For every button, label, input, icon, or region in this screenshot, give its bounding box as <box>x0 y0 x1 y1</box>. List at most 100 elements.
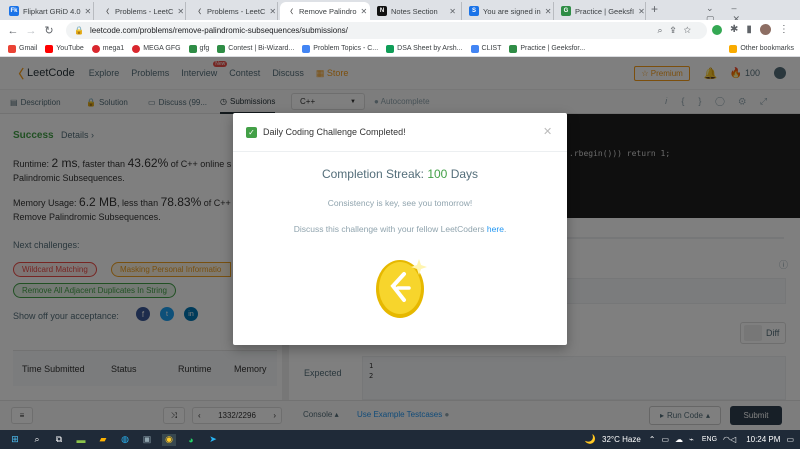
browser-tab[interactable]: 〈 Problems - LeetC ✕ <box>96 2 186 20</box>
language-indicator[interactable]: ENG <box>702 436 717 443</box>
browser-tab[interactable]: S You are signed in ✕ <box>464 2 554 20</box>
tab-title: Problems - LeetC <box>207 6 266 16</box>
bookmark[interactable]: CLIST <box>470 44 502 53</box>
store-app-icon[interactable]: ▣ <box>140 434 154 446</box>
extension-area: ✱ ▮ ⋮ <box>712 24 789 35</box>
windows-taskbar: ⊞ ⌕ ⧉ ▬ ▰ ◍ ▣ ◉ ◕ ➤ 🌙 32°C Haze ⌃▭☁⌁ ENG… <box>0 430 800 449</box>
bookmark-label: Problem Topics - C... <box>313 45 379 52</box>
close-tab-icon[interactable]: ✕ <box>638 7 645 16</box>
consistency-message: Consistency is key, see you tomorrow! <box>327 198 473 208</box>
bookmark[interactable]: Gmail <box>8 44 38 53</box>
extension-icon[interactable] <box>712 24 722 35</box>
mega-icon <box>91 44 100 53</box>
sheets-icon <box>386 44 395 53</box>
notification-icon[interactable]: ▭ <box>786 435 794 444</box>
close-tab-icon[interactable]: ✕ <box>449 7 456 16</box>
bookmark[interactable]: DSA Sheet by Arsh... <box>386 44 463 53</box>
youtube-icon <box>45 44 54 53</box>
gfg-icon <box>509 44 518 53</box>
bookmark[interactable]: Contest | Bi-Wizard... <box>217 44 294 53</box>
notes-icon: N <box>377 6 387 16</box>
forward-icon[interactable]: → <box>22 25 40 37</box>
puzzle-icon[interactable]: ✱ <box>730 24 738 35</box>
close-tab-icon[interactable]: ✕ <box>545 7 552 16</box>
tab-title: Remove Palindro <box>299 6 357 16</box>
url-bar[interactable]: 🔒 leetcode.com/problems/remove-palindrom… <box>66 22 707 39</box>
whatsapp-icon[interactable]: ◕ <box>184 434 198 446</box>
bookmark[interactable]: MEGA GFG <box>132 44 181 53</box>
streak-suffix: Days <box>447 167 479 181</box>
wifi-volume-icon[interactable]: ◠◁ <box>723 435 736 444</box>
streak-prefix: Completion Streak: <box>321 167 428 181</box>
folder-icon <box>729 44 738 53</box>
search-icon[interactable]: ⌕ <box>30 434 44 446</box>
reload-icon[interactable]: ↻ <box>40 24 58 37</box>
chrome-icon[interactable]: ◉ <box>162 433 176 446</box>
back-icon[interactable]: ← <box>4 25 22 37</box>
discuss-link[interactable]: here <box>487 224 504 234</box>
browser-tab[interactable]: G Practice | GeeksfI ✕ <box>556 2 646 20</box>
task-view-icon[interactable]: ⧉ <box>52 434 66 446</box>
edge-icon[interactable]: ◍ <box>118 434 132 446</box>
chart-icon <box>302 44 311 53</box>
bookmark[interactable]: YouTube <box>45 44 84 53</box>
bookmark[interactable]: mega1 <box>91 44 125 53</box>
bookmark-label: gfg <box>199 45 210 52</box>
browser-tab-active[interactable]: 〈 Remove Palindro ✕ <box>280 2 370 20</box>
modal-header: ✓ Daily Coding Challenge Completed! ✕ <box>233 113 567 152</box>
tab-title: You are signed in <box>483 6 541 16</box>
gmail-icon <box>8 44 16 53</box>
signed-in-icon: S <box>469 6 479 16</box>
gfg-icon <box>188 44 197 53</box>
discuss-suffix: . <box>503 224 507 234</box>
tab-title: Flipkart GRiD 4.0 <box>23 6 81 16</box>
completion-streak: Completion Streak: 100 Days <box>233 167 567 181</box>
bookmark-label: YouTube <box>56 45 84 52</box>
close-tab-icon[interactable]: ✕ <box>269 7 276 16</box>
bookmark-label: Other bookmarks <box>740 45 794 52</box>
bookmark-label: CLIST <box>481 45 502 52</box>
leetcode-icon: 〈 <box>194 9 201 16</box>
windows-start-icon[interactable]: ⊞ <box>8 434 22 446</box>
discuss-message: Discuss this challenge with your fellow … <box>233 224 567 234</box>
bookmark-label: mega1 <box>102 45 125 52</box>
leetcode-icon: 〈 <box>102 9 109 16</box>
streak-value: 100 <box>427 167 448 181</box>
bookmark-label: Gmail <box>19 45 38 52</box>
gfg-icon: G <box>561 6 571 16</box>
browser-tab[interactable]: 〈 Problems - LeetC ✕ <box>188 2 278 20</box>
telegram-icon[interactable]: ➤ <box>206 434 220 446</box>
system-tray-icons[interactable]: ⌃▭☁⌁ <box>649 435 700 444</box>
bookmarks-bar: Gmail YouTube mega1 MEGA GFG gfg Contest… <box>0 41 800 57</box>
new-tab-button[interactable]: + <box>651 2 658 16</box>
browser-tab[interactable]: N Notes Section ✕ <box>372 2 462 20</box>
tab-title: Practice | GeeksfI <box>575 6 635 16</box>
close-tab-icon[interactable]: ✕ <box>177 7 184 16</box>
bookmark[interactable]: gfg <box>188 44 210 53</box>
close-icon[interactable]: ✕ <box>543 125 552 138</box>
clock[interactable]: 10:24 PM <box>746 435 780 444</box>
weather-icon: 🌙 <box>584 434 597 444</box>
bookmark[interactable]: Problem Topics - C... <box>302 44 379 53</box>
close-tab-icon[interactable]: ✕ <box>85 7 92 16</box>
bookmark[interactable]: Practice | Geeksfor... <box>509 44 586 53</box>
url-text: leetcode.com/problems/remove-palindromic… <box>89 26 348 35</box>
leetcode-icon: 〈 <box>286 9 293 16</box>
avatar[interactable] <box>759 24 771 35</box>
widgets-icon[interactable]: ▬ <box>74 434 88 446</box>
omnibox-actions-icon[interactable]: ⌕⇪☆ <box>658 25 699 36</box>
close-tab-icon[interactable]: ✕ <box>361 7 368 16</box>
other-bookmarks[interactable]: Other bookmarks <box>729 44 794 53</box>
file-explorer-icon[interactable]: ▰ <box>96 434 110 446</box>
bookmark-label: Practice | Geeksfor... <box>520 45 586 52</box>
weather-text[interactable]: 32°C Haze <box>602 435 641 444</box>
bookmark-label: DSA Sheet by Arsh... <box>397 45 463 52</box>
tab-title: Problems - LeetC <box>115 6 174 16</box>
sidebar-icon[interactable]: ▮ <box>746 24 752 35</box>
menu-icon[interactable]: ⋮ <box>779 24 789 35</box>
lock-icon: 🔒 <box>74 26 84 35</box>
mega-icon <box>132 44 141 53</box>
address-bar-row: ← → ↻ 🔒 leetcode.com/problems/remove-pal… <box>0 20 800 41</box>
browser-tab[interactable]: Fk Flipkart GRiD 4.0 ✕ <box>4 2 94 20</box>
flipkart-icon: Fk <box>9 6 19 16</box>
